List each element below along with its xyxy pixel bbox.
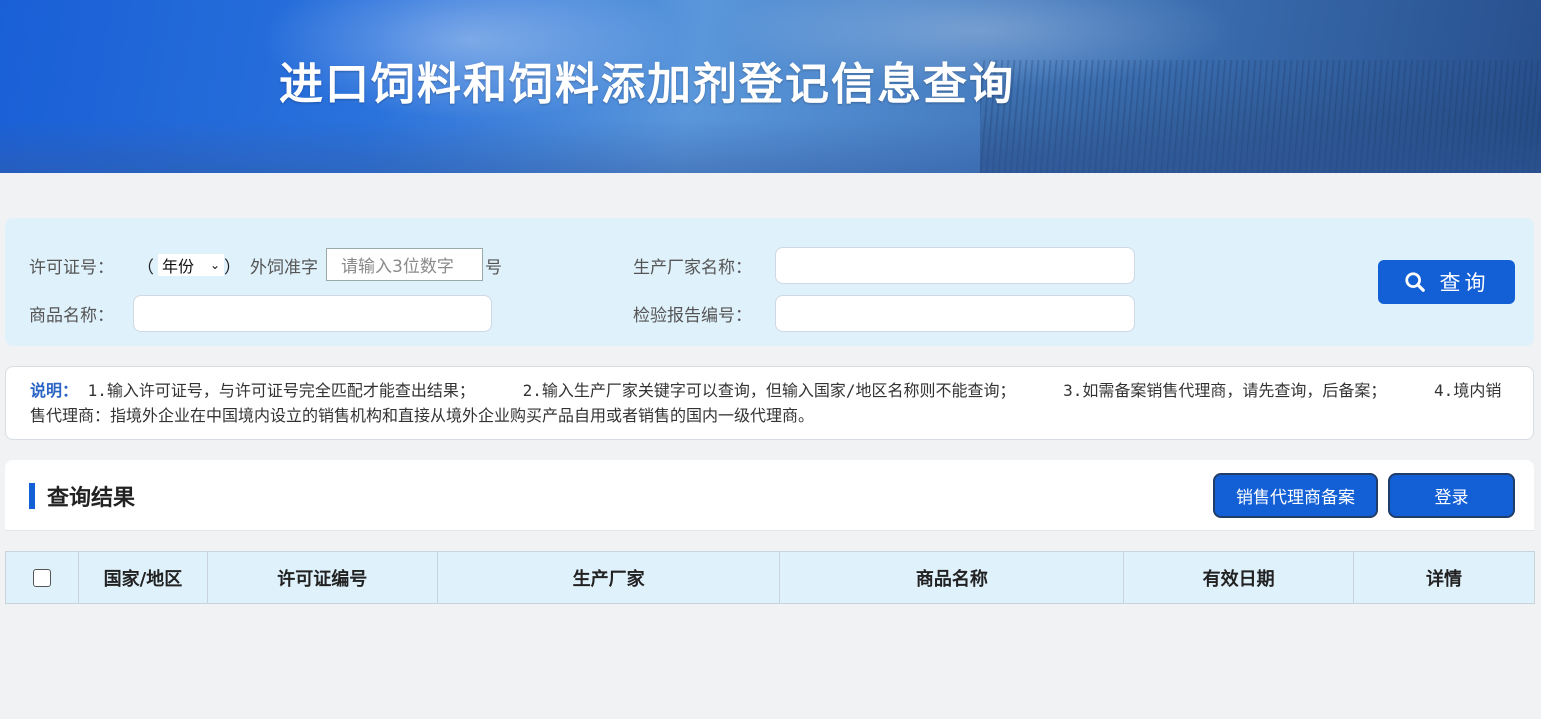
chevron-down-icon: ⌄ <box>209 258 220 272</box>
header-banner: 进口饲料和饲料添加剂登记信息查询 <box>0 0 1541 173</box>
year-select[interactable]: 年份 ⌄ <box>158 254 224 276</box>
select-all-checkbox[interactable] <box>32 569 51 587</box>
instruction-item: 1.输入许可证号，与许可证号完全匹配才能查出结果； <box>87 381 475 400</box>
column-header: 生产厂家 <box>436 551 781 604</box>
license-prefix: 外饲准字 <box>250 258 318 278</box>
results-header: 查询结果 销售代理商备案 登录 <box>5 460 1534 531</box>
report-number-input[interactable] <box>775 295 1135 332</box>
instructions-box: 说明： 1.输入许可证号，与许可证号完全匹配才能查出结果； 2.输入生产厂家关键… <box>5 366 1534 440</box>
search-icon <box>1404 272 1425 292</box>
manufacturer-label: 生产厂家名称： <box>633 258 752 278</box>
column-header: 许可证编号 <box>206 551 438 604</box>
year-select-value: 年份 <box>162 257 195 276</box>
search-panel: 许可证号： （ 年份 ⌄ ） 外饲准字 请输入3位数字 号 商品名称： 生产厂家… <box>5 218 1534 346</box>
results-title: 查询结果 <box>47 485 136 511</box>
page-title: 进口饲料和饲料添加剂登记信息查询 <box>279 59 1015 110</box>
table-header-row: 国家/地区 许可证编号 生产厂家 商品名称 有效日期 详情 <box>5 551 1535 604</box>
instruction-item: 2.输入生产厂家关键字可以查询，但输入国家/地区名称则不能查询； <box>522 381 1016 400</box>
login-button[interactable]: 登录 <box>1388 473 1515 518</box>
instructions-tag: 说明： <box>30 381 79 400</box>
manufacturer-input[interactable] <box>775 247 1135 284</box>
column-header: 商品名称 <box>779 551 1125 604</box>
section-accent-bar <box>29 483 35 509</box>
year-close-paren: ） <box>224 258 241 278</box>
column-header: 国家/地区 <box>77 551 208 604</box>
banner-grass <box>0 120 1541 173</box>
report-label: 检验报告编号： <box>633 306 752 326</box>
license-suffix: 号 <box>485 258 502 278</box>
license-label: 许可证号： <box>29 258 114 278</box>
agent-filing-button[interactable]: 销售代理商备案 <box>1213 473 1378 518</box>
license-number-input[interactable]: 请输入3位数字 <box>326 248 483 281</box>
column-header: 有效日期 <box>1123 551 1355 604</box>
select-all-cell <box>5 551 79 604</box>
column-header: 详情 <box>1353 551 1535 604</box>
license-number-placeholder: 请输入3位数字 <box>341 257 454 277</box>
query-button-label: 查询 <box>1439 271 1490 295</box>
year-open-paren: （ <box>137 258 154 278</box>
query-button[interactable]: 查询 <box>1378 260 1515 304</box>
product-label: 商品名称： <box>29 306 114 326</box>
product-name-input[interactable] <box>133 295 492 332</box>
instruction-item: 3.如需备案销售代理商，请先查询，后备案； <box>1063 381 1387 400</box>
results-table: 国家/地区 许可证编号 生产厂家 商品名称 有效日期 详情 <box>5 551 1535 604</box>
